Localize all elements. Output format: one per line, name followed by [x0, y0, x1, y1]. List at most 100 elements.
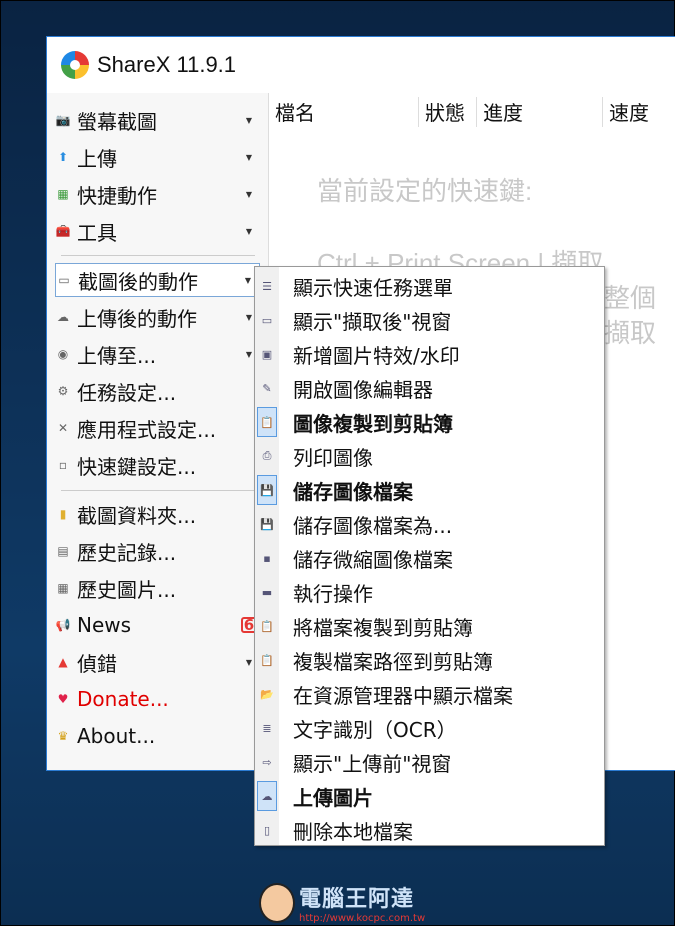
- menu-item-label: 列印圖像: [293, 445, 373, 470]
- sidebar-item-label: 歷史圖片...: [77, 577, 177, 602]
- column-header-progress[interactable]: 進度: [477, 97, 603, 127]
- submenu-arrow-icon: ▼: [245, 349, 252, 359]
- menu-item-label: 儲存圖像檔案: [293, 479, 413, 504]
- menu-item[interactable]: ▬ 執行操作: [255, 575, 604, 609]
- sidebar-item[interactable]: ▫ 快速鍵設定...: [55, 448, 260, 482]
- sidebar: 📷 螢幕截圖 ▼ ⬆ 上傳 ▼ ▦ 快捷動作 ▼ 🧰 工具 ▼ ▭ 截圖後的動作 ▼ ☁ 上傳後的動作 ▼ ◉ 上傳至…: [47, 93, 269, 770]
- sidebar-item-label: Donate...: [77, 687, 169, 711]
- sidebar-item[interactable]: ◉ 上傳至... ▼: [55, 337, 260, 371]
- image-actions-icon: ▭: [58, 273, 70, 287]
- menu-item[interactable]: 📂 在資源管理器中顯示檔案: [255, 677, 604, 711]
- sidebar-item[interactable]: ▲ 偵錯 ▼: [55, 645, 260, 679]
- menu-item[interactable]: ⎙ 列印圖像: [255, 439, 604, 473]
- menu-item[interactable]: ✎ 開啟圖像編輯器: [255, 371, 604, 405]
- menu-item-label: 儲存圖像檔案為...: [293, 513, 453, 538]
- gear-icon: ⚙: [57, 384, 69, 398]
- upload-arrow-icon: ⬆: [57, 150, 69, 164]
- watermark: 電腦王阿達 http://www.kocpc.com.tw: [259, 881, 425, 924]
- sidebar-item-label: 快速鍵設定...: [77, 454, 197, 479]
- save-as-icon: 💾: [260, 517, 274, 531]
- cloud-upload-icon: ☁: [257, 781, 277, 811]
- sidebar-item-label: 快捷動作: [77, 183, 157, 208]
- menu-item[interactable]: ▭ 顯示"擷取後"視窗: [255, 303, 604, 337]
- menu-item[interactable]: ≣ 文字識別（OCR）: [255, 711, 604, 745]
- sidebar-item[interactable]: ⚙ 任務設定...: [55, 374, 260, 408]
- sidebar-item[interactable]: ▦ 歷史圖片...: [55, 571, 260, 605]
- grid-icon: ▦: [57, 187, 69, 201]
- submenu-arrow-icon: ▼: [245, 226, 252, 236]
- wrench-icon: ✕: [57, 421, 69, 435]
- menu-item-label: 文字識別（OCR）: [293, 717, 457, 742]
- floppy-icon: 💾: [257, 475, 277, 505]
- menu-item[interactable]: ⇨ 顯示"上傳前"視窗: [255, 745, 604, 779]
- sidebar-item[interactable]: ▤ 歷史記錄...: [55, 534, 260, 568]
- menu-item-label: 上傳圖片: [293, 785, 373, 810]
- toolbox-icon: 🧰: [55, 224, 71, 238]
- history-icon: ▤: [57, 544, 69, 558]
- sidebar-item-label: 螢幕截圖: [77, 109, 157, 134]
- sidebar-item-label: 上傳至...: [77, 343, 157, 368]
- column-header-filename[interactable]: 檔名: [269, 97, 419, 127]
- submenu-arrow-icon: ▼: [244, 275, 251, 285]
- sidebar-item[interactable]: 📢 News 6: [55, 608, 260, 642]
- sidebar-item-label: 歷史記錄...: [77, 540, 177, 565]
- submenu-arrow-icon: ▼: [245, 115, 252, 125]
- window-title: ShareX 11.9.1: [97, 52, 237, 77]
- sidebar-item[interactable]: ▮ 截圖資料夾...: [55, 497, 260, 531]
- menu-item[interactable]: ▪ 儲存微縮圖像檔案: [255, 541, 604, 575]
- menu-item-label: 刪除本地檔案: [293, 819, 413, 844]
- menu-item[interactable]: 📋 圖像複製到剪貼簿: [255, 405, 604, 439]
- menu-item[interactable]: ☰ 顯示快速任務選單: [255, 269, 604, 303]
- sidebar-item[interactable]: ✕ 應用程式設定...: [55, 411, 260, 445]
- mascot-icon: [259, 882, 295, 923]
- clipboard-icon: 📋: [257, 407, 277, 437]
- hotkey-line: 擷取: [604, 318, 657, 348]
- menu-item-label: 圖像複製到剪貼簿: [293, 411, 453, 436]
- menu-item-label: 將檔案複製到剪貼簿: [293, 615, 473, 640]
- column-header-status[interactable]: 狀態: [419, 97, 477, 127]
- menu-item[interactable]: 📋 將檔案複製到剪貼簿: [255, 609, 604, 643]
- printer-icon: ⎙: [262, 449, 272, 462]
- image-effects-icon: ▣: [261, 347, 273, 361]
- megaphone-icon: 📢: [55, 618, 71, 632]
- window-arrow-icon: ⇨: [262, 755, 272, 769]
- menu-item-label: 在資源管理器中顯示檔案: [293, 683, 513, 708]
- sidebar-item-label: 偵錯: [77, 651, 117, 676]
- sidebar-item[interactable]: 📷 螢幕截圖 ▼: [55, 103, 260, 137]
- cloud-icon: ☁: [57, 310, 69, 324]
- sidebar-item[interactable]: ♛ About...: [55, 719, 260, 753]
- menu-item[interactable]: ☁ 上傳圖片: [255, 779, 604, 813]
- floppy-small-icon: ▪: [263, 551, 271, 565]
- title-bar: ShareX 11.9.1: [47, 37, 675, 93]
- sidebar-item-label: 應用程式設定...: [77, 417, 217, 442]
- menu-item[interactable]: 💾 儲存圖像檔案為...: [255, 507, 604, 541]
- globe-icon: ◉: [57, 347, 69, 361]
- menu-item-label: 顯示"擷取後"視窗: [293, 309, 452, 334]
- sidebar-item[interactable]: 🧰 工具 ▼: [55, 214, 260, 248]
- column-header-speed[interactable]: 速度: [603, 97, 675, 127]
- menu-item[interactable]: 💾 儲存圖像檔案: [255, 473, 604, 507]
- sidebar-item-label: 任務設定...: [77, 380, 177, 405]
- sidebar-item[interactable]: ☁ 上傳後的動作 ▼: [55, 300, 260, 334]
- sidebar-item[interactable]: ▦ 快捷動作 ▼: [55, 177, 260, 211]
- sidebar-item[interactable]: ♥ Donate...: [55, 682, 260, 716]
- terminal-icon: ▬: [261, 585, 273, 599]
- folder-open-icon: 📂: [260, 687, 274, 701]
- watermark-url: http://www.kocpc.com.tw: [299, 913, 426, 924]
- ocr-icon: ≣: [262, 721, 272, 735]
- camera-icon: 📷: [55, 113, 71, 127]
- window-icon: ▭: [261, 313, 273, 327]
- menu-item[interactable]: ▯ 刪除本地檔案: [255, 813, 604, 847]
- submenu-arrow-icon: ▼: [245, 152, 252, 162]
- sidebar-item-label: About...: [77, 724, 156, 748]
- hotkeys-title: 當前設定的快速鍵:: [317, 176, 533, 206]
- sharex-logo-icon: [61, 51, 89, 79]
- sidebar-item[interactable]: ▭ 截圖後的動作 ▼: [55, 263, 260, 297]
- submenu-arrow-icon: ▼: [245, 312, 252, 322]
- submenu-arrow-icon: ▼: [245, 657, 252, 667]
- sidebar-item[interactable]: ⬆ 上傳 ▼: [55, 140, 260, 174]
- after-capture-submenu: ☰ 顯示快速任務選單 ▭ 顯示"擷取後"視窗 ▣ 新增圖片特效/水印 ✎ 開啟圖像編輯器 📋 圖像…: [254, 266, 605, 846]
- sidebar-item-label: 截圖後的動作: [78, 269, 198, 294]
- menu-item[interactable]: 📋 複製檔案路徑到剪貼簿: [255, 643, 604, 677]
- menu-item[interactable]: ▣ 新增圖片特效/水印: [255, 337, 604, 371]
